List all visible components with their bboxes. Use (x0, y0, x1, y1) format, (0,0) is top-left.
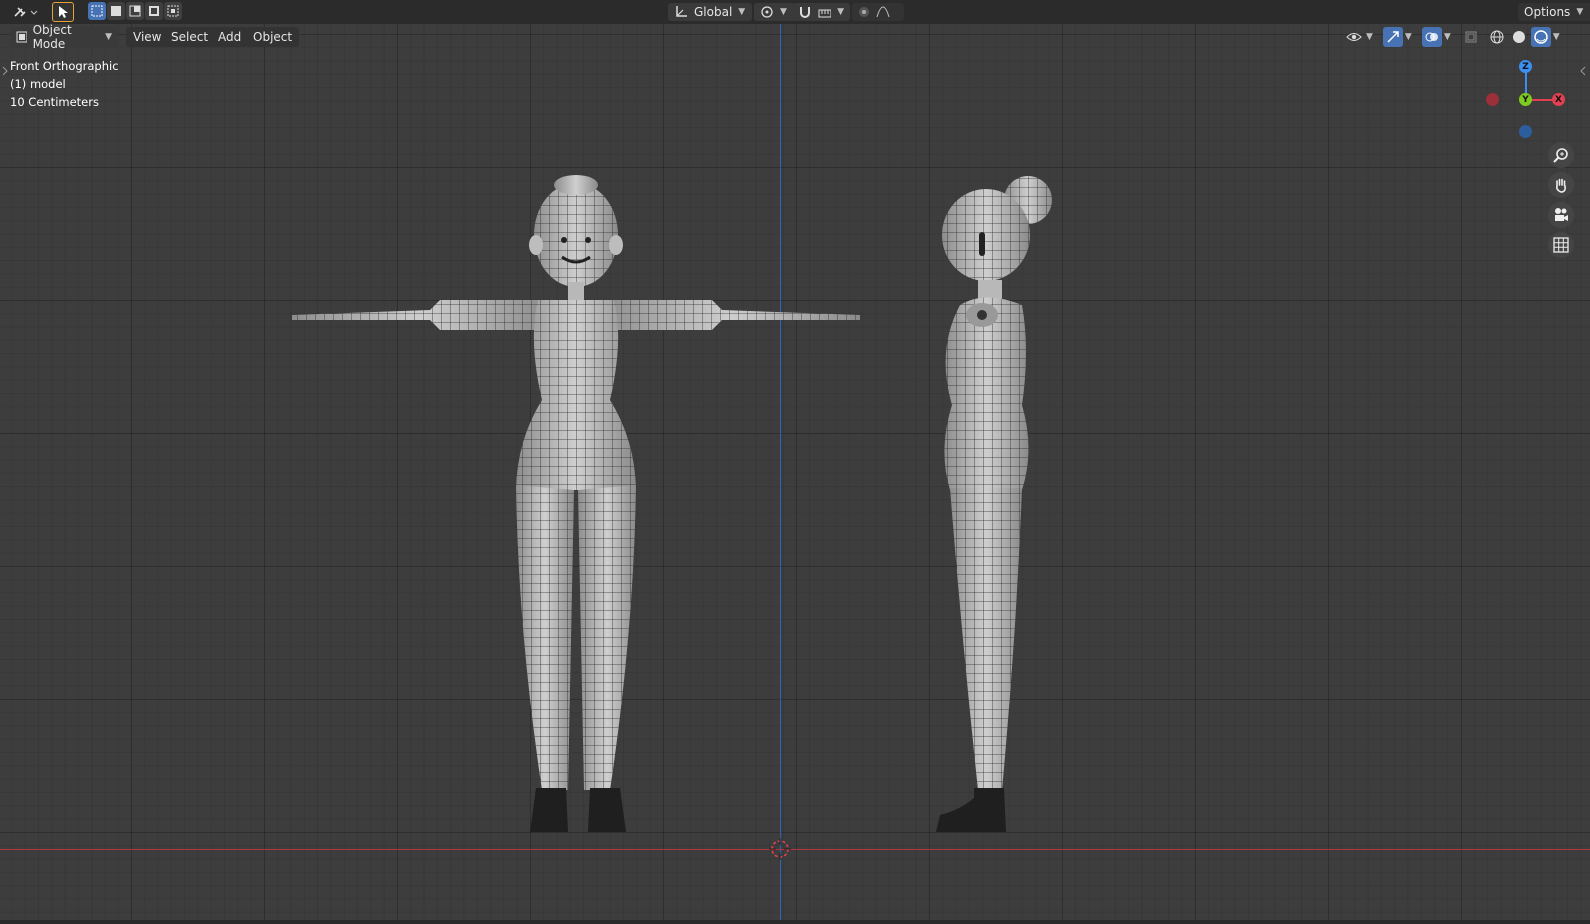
wireframe-shading-button[interactable] (1487, 27, 1507, 47)
gizmo-arrow-icon (1387, 31, 1399, 43)
view-name-label: Front Orthographic (10, 59, 119, 73)
select-invert-icon (149, 6, 159, 16)
zoom-icon (1553, 148, 1568, 163)
gizmo-z-axis[interactable]: Z (1519, 60, 1532, 73)
tool-header: Global ▼ ▼ ▼ Options ▼ (0, 0, 1590, 25)
toolbar-expand-icon[interactable] (2, 66, 8, 76)
select-extend-icon (111, 6, 121, 16)
transform-orientation-label: Global (694, 5, 733, 19)
pivot-point-icon (761, 6, 773, 18)
menu-add[interactable]: Add (211, 27, 249, 47)
proportional-editing-dropdown[interactable] (852, 3, 904, 21)
transform-orientation-dropdown[interactable]: Global ▼ (668, 3, 752, 21)
select-extend-button[interactable] (107, 2, 125, 20)
chevron-down-icon[interactable]: ▼ (1444, 32, 1451, 42)
select-intersect-icon (167, 5, 179, 17)
orientation-axes-icon (676, 6, 687, 17)
visibility-button[interactable] (1344, 27, 1364, 47)
zoom-button[interactable] (1548, 142, 1574, 168)
chevron-down-icon: ▼ (105, 32, 112, 42)
camera-view-button[interactable] (1548, 202, 1574, 228)
mode-label: Object Mode (32, 23, 72, 51)
material-shading-button[interactable] (1530, 27, 1551, 47)
wireframe-sphere-icon (1490, 30, 1504, 44)
falloff-curve-icon (876, 6, 890, 18)
chevron-down-icon[interactable]: ▼ (1405, 32, 1412, 42)
gizmo-y-axis[interactable]: Y (1519, 93, 1532, 106)
chevron-down-icon: ▼ (780, 7, 787, 17)
magnet-icon (800, 7, 810, 18)
select-intersect-button[interactable] (164, 2, 182, 20)
grid-scale-label: 10 Centimeters (10, 95, 99, 109)
grid-view-icon (1553, 237, 1569, 253)
select-new-icon (91, 5, 103, 17)
solid-sphere-icon (1512, 31, 1525, 43)
selection-mode-group (88, 2, 182, 22)
eye-icon (1346, 33, 1362, 41)
pan-hand-icon (1556, 178, 1566, 193)
menu-view[interactable]: View (126, 27, 169, 47)
chevron-down-icon: ▼ (837, 7, 844, 17)
options-label: Options (1524, 5, 1571, 19)
overlays-toggle-button[interactable] (1421, 27, 1442, 47)
sidebar-expand-icon[interactable] (1580, 66, 1586, 76)
overlays-icon (1425, 32, 1438, 42)
xray-toggle-button[interactable] (1461, 27, 1481, 47)
snapping-dropdown[interactable]: ▼ (792, 3, 850, 21)
menu-select[interactable]: Select (164, 27, 216, 47)
select-tool-button[interactable] (52, 2, 74, 22)
active-object-label: (1) model (10, 77, 66, 91)
pivot-point-dropdown[interactable]: ▼ (754, 3, 794, 21)
viewport-right-controls: ▼ ▼ ▼ ▼ (1344, 27, 1560, 47)
model-front-view[interactable] (280, 170, 900, 850)
perspective-toggle-button[interactable] (1548, 232, 1574, 258)
viewport-bottom-border (0, 920, 1590, 924)
chevron-down-icon[interactable]: ▼ (1553, 32, 1560, 42)
select-new-button[interactable] (88, 2, 106, 20)
mode-dropdown[interactable]: Object Mode ▼ (10, 23, 118, 51)
select-subtract-button[interactable] (126, 2, 144, 20)
model-side-view[interactable] (930, 170, 1060, 850)
camera-icon (1555, 208, 1568, 221)
editor-type-icon (14, 7, 38, 17)
editor-type-button[interactable] (10, 2, 40, 22)
select-invert-button[interactable] (145, 2, 163, 20)
snap-increment-icon (818, 9, 832, 18)
proportional-edit-icon (859, 7, 869, 17)
chevron-down-icon: ▼ (1576, 7, 1584, 17)
pan-button[interactable] (1548, 172, 1574, 198)
gizmo-toggle-button[interactable] (1382, 27, 1403, 47)
material-sphere-icon (1534, 30, 1548, 44)
menu-object[interactable]: Object (246, 27, 300, 47)
gizmo-neg-z-axis[interactable] (1519, 125, 1532, 138)
chevron-down-icon[interactable]: ▼ (1366, 32, 1373, 42)
object-mode-icon (16, 31, 27, 43)
gizmo-neg-x-axis[interactable] (1486, 93, 1499, 106)
select-subtract-icon (129, 5, 141, 17)
select-cursor-icon (59, 6, 68, 18)
gizmo-x-axis[interactable]: X (1552, 93, 1565, 106)
xray-icon (1465, 31, 1477, 43)
viewport-header: Object Mode ▼ View Select Add Object ▼ ▼… (0, 23, 1590, 51)
chevron-down-icon: ▼ (738, 7, 746, 17)
solid-shading-button[interactable] (1509, 27, 1529, 47)
options-dropdown[interactable]: Options ▼ (1518, 3, 1590, 21)
